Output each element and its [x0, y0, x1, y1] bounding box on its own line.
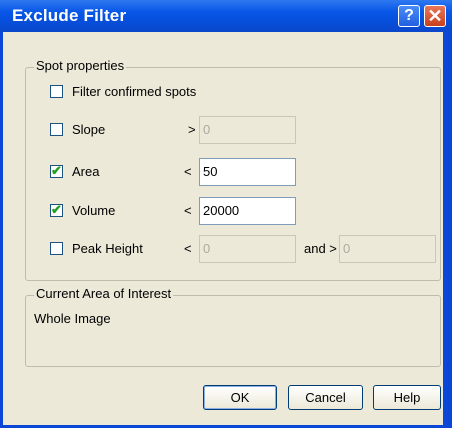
- peak-height-label: Peak Height: [72, 241, 143, 256]
- area-label: Area: [72, 164, 100, 179]
- volume-value-field[interactable]: 20000: [199, 197, 296, 225]
- volume-checkbox[interactable]: ✔: [50, 202, 63, 217]
- peak-height-min-field[interactable]: 0: [199, 235, 296, 263]
- filter-confirmed-checkbox[interactable]: [50, 85, 63, 98]
- area-of-interest-legend: Current Area of Interest: [34, 286, 174, 301]
- area-of-interest-group: [25, 295, 441, 367]
- peak-height-max-field[interactable]: 0: [339, 235, 436, 263]
- cancel-button[interactable]: Cancel: [288, 385, 363, 410]
- area-checkbox[interactable]: ✔: [50, 163, 63, 178]
- title-bar[interactable]: Exclude Filter ? ✕: [0, 0, 452, 32]
- slope-value-field[interactable]: 0: [199, 116, 296, 144]
- peak-height-operator: <: [184, 241, 192, 256]
- peak-height-and-label: and >: [304, 241, 337, 256]
- volume-operator: <: [184, 203, 192, 218]
- filter-confirmed-label: Filter confirmed spots: [72, 84, 197, 99]
- spot-properties-legend: Spot properties: [34, 58, 127, 73]
- dialog-body: Spot properties Filter confirmed spots S…: [3, 32, 443, 425]
- help-button[interactable]: Help: [373, 385, 441, 410]
- area-value-field[interactable]: 50: [199, 158, 296, 186]
- ok-button[interactable]: OK: [203, 385, 277, 410]
- area-of-interest-value: Whole Image: [34, 311, 111, 326]
- check-icon: ✔: [51, 163, 62, 178]
- slope-checkbox[interactable]: [50, 123, 63, 136]
- volume-label: Volume: [72, 203, 116, 218]
- help-icon[interactable]: ?: [398, 5, 420, 27]
- exclude-filter-dialog: Exclude Filter ? ✕ Spot properties Filte…: [0, 0, 452, 428]
- close-icon[interactable]: ✕: [424, 5, 446, 27]
- check-icon: ✔: [51, 202, 62, 217]
- window-title: Exclude Filter: [12, 6, 127, 25]
- slope-label: Slope: [72, 122, 106, 137]
- area-operator: <: [184, 164, 192, 179]
- peak-height-checkbox[interactable]: [50, 242, 63, 255]
- slope-operator: >: [188, 122, 196, 137]
